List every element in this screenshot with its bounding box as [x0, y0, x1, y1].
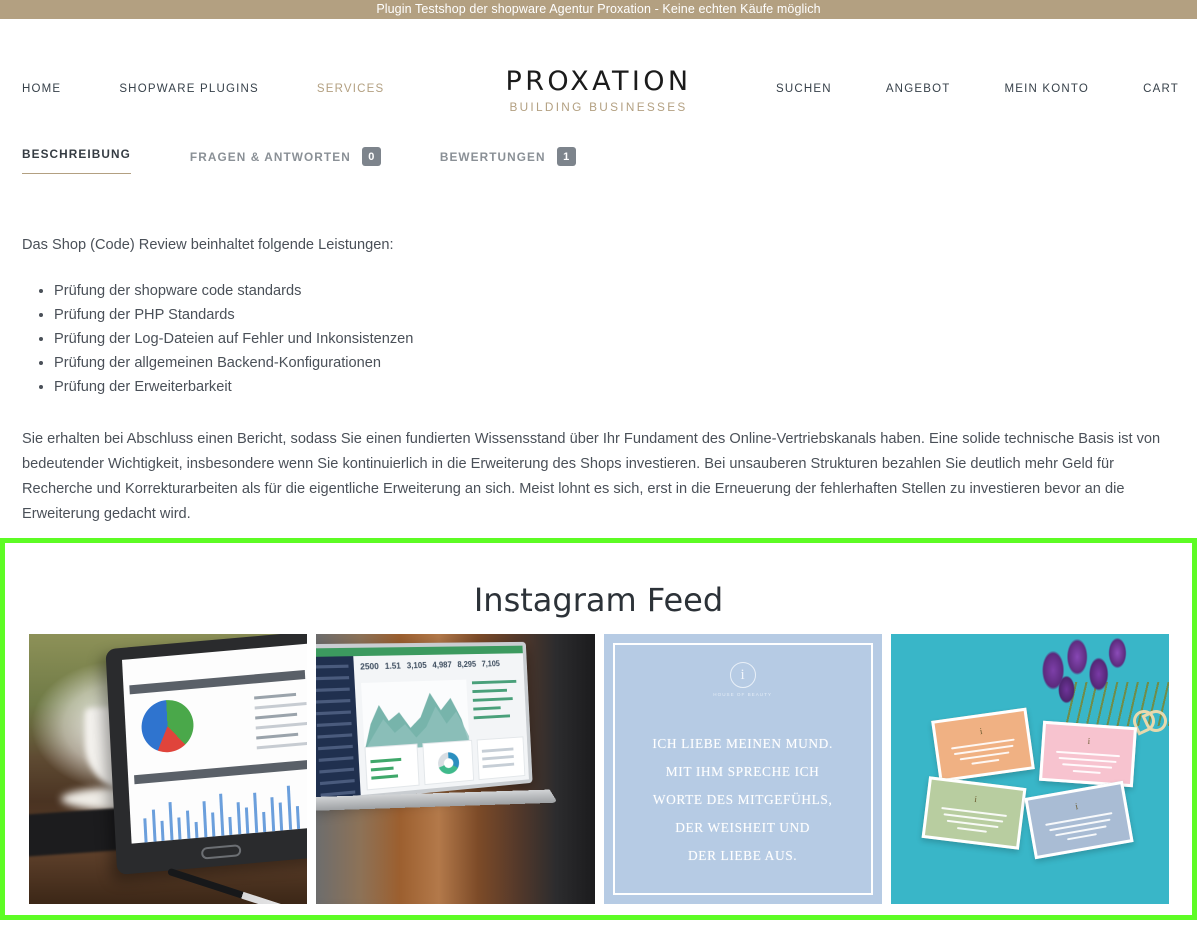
quote-line: DER WEISHEIT UND	[675, 820, 811, 835]
dashboard-cards	[364, 736, 526, 791]
tablet-screen	[122, 643, 308, 844]
dashboard-card-table	[476, 736, 526, 781]
logo-wordmark: PROXATION	[505, 66, 692, 97]
nav-item-mein-konto[interactable]: MEIN KONTO	[1004, 83, 1089, 95]
list-item: Prüfung der Log-Dateien auf Fehler und I…	[54, 327, 1175, 351]
nav-item-cart[interactable]: CART	[1143, 83, 1179, 95]
tab-fragen-antworten-label: FRAGEN & ANTWORTEN	[189, 149, 351, 164]
tab-fragen-antworten-badge: 0	[361, 147, 381, 166]
tab-fragen-antworten[interactable]: FRAGEN & ANTWORTEN 0	[190, 147, 381, 176]
instagram-post-4[interactable]: i i i i	[890, 634, 1169, 904]
tab-bewertungen[interactable]: BEWERTUNGEN 1	[440, 147, 576, 176]
pie-chart-graphic	[140, 697, 196, 755]
logo-tagline: BUILDING BUSINESSES	[509, 100, 688, 114]
screen-section-header-1	[129, 669, 306, 695]
dashboard-side-stats	[472, 679, 523, 725]
testshop-notice-bar: Plugin Testshop der shopware Agentur Pro…	[0, 0, 1197, 19]
service-list: Prüfung der shopware code standards Prüf…	[22, 279, 1175, 399]
quote-line: DER LIEBE AUS.	[688, 848, 798, 863]
brand-emblem-icon: i	[729, 662, 756, 688]
quote-text-block: ICH LIEBE MEINEN MUND. MIT IHM SPRECHE I…	[604, 730, 882, 870]
nav-item-suchen[interactable]: SUCHEN	[776, 83, 832, 95]
description-intro: Das Shop (Code) Review beinhaltet folgen…	[22, 237, 394, 253]
tablet-device	[105, 634, 308, 876]
laptop-dashboard: 2500 1.51 3,105 4,987 8,295 7,105	[316, 645, 530, 800]
tab-bewertungen-badge: 1	[556, 147, 576, 166]
nav-item-services[interactable]: SERVICES	[317, 83, 385, 95]
description-panel: Das Shop (Code) Review beinhaltet folgen…	[0, 233, 1197, 527]
affirmation-card-green: i	[921, 776, 1027, 850]
instagram-feed-grid: 2500 1.51 3,105 4,987 8,295 7,105 i HOUS…	[29, 634, 1169, 904]
list-item: Prüfung der PHP Standards	[54, 303, 1175, 327]
utility-navigation: SUCHEN ANGEBOT MEIN KONTO CART	[722, 83, 1179, 95]
card-emblem-icon: i	[1087, 735, 1091, 747]
description-paragraph: Sie erhalten bei Abschluss einen Bericht…	[22, 431, 1161, 522]
instagram-feed-section: Instagram Feed 2500 1.51 3,105 4,987 8,2…	[0, 538, 1197, 920]
tab-beschreibung[interactable]: BESCHREIBUNG	[22, 147, 131, 174]
list-item: Prüfung der allgemeinen Backend-Konfigur…	[54, 351, 1175, 375]
nav-item-home[interactable]: HOME	[22, 83, 61, 95]
site-logo[interactable]: PROXATION BUILDING BUSINESSES	[506, 67, 692, 115]
laptop-screen: 2500 1.51 3,105 4,987 8,295 7,105	[316, 641, 533, 805]
card-text-lines	[1055, 750, 1120, 779]
tab-beschreibung-label: BESCHREIBUNG	[22, 147, 131, 161]
list-item: Prüfung der Erweiterbarkeit	[54, 375, 1175, 399]
product-tabs: BESCHREIBUNG FRAGEN & ANTWORTEN 0 BEWERT…	[0, 147, 1197, 189]
quote-line: WORTE DES MITGEFÜHLS,	[652, 792, 833, 807]
site-header: HOME SHOPWARE PLUGINS SERVICES PROXATION…	[0, 19, 1197, 123]
nav-item-angebot[interactable]: ANGEBOT	[886, 83, 951, 95]
card-emblem-icon: i	[973, 793, 978, 805]
card-text-lines	[950, 738, 1018, 772]
card-emblem-icon: i	[978, 726, 983, 737]
instagram-post-1[interactable]	[29, 634, 308, 904]
ribbon-bow-shape	[1133, 706, 1167, 732]
instagram-post-2[interactable]: 2500 1.51 3,105 4,987 8,295 7,105	[316, 634, 595, 904]
dashboard-kpis: 2500 1.51 3,105 4,987 8,295 7,105	[360, 659, 501, 672]
quote-line: MIT IHM SPRECHE ICH	[665, 764, 820, 779]
table-reflection	[316, 899, 545, 904]
donut-chart-graphic	[437, 751, 460, 775]
dashboard-card-bars	[364, 743, 420, 791]
affirmation-card-pink: i	[1038, 720, 1137, 788]
card-emblem-icon: i	[1074, 801, 1079, 812]
affirmation-card-orange: i	[930, 707, 1035, 783]
tab-bewertungen-label: BEWERTUNGEN	[439, 149, 546, 164]
dashboard-sidebar	[316, 656, 361, 800]
nav-item-shopware-plugins[interactable]: SHOPWARE PLUGINS	[119, 83, 259, 95]
dashboard-card-donut	[422, 739, 475, 786]
affirmation-card-blue: i	[1024, 780, 1134, 860]
quote-line: ICH LIEBE MEINEN MUND.	[652, 736, 833, 751]
card-text-lines	[1045, 812, 1116, 847]
stylus-pen-shape	[167, 867, 289, 904]
line-chart-graphic	[139, 778, 307, 844]
card-text-lines	[938, 806, 1007, 839]
instagram-post-3[interactable]: i HOUSE OF BEAUTY ICH LIEBE MEINEN MUND.…	[603, 634, 882, 904]
home-button-shape	[201, 844, 242, 860]
chart-legend-graphic	[254, 692, 308, 756]
brand-name-label: HOUSE OF BEAUTY	[713, 692, 772, 697]
primary-navigation: HOME SHOPWARE PLUGINS SERVICES	[22, 83, 442, 95]
list-item: Prüfung der shopware code standards	[54, 279, 1175, 303]
instagram-feed-title: Instagram Feed	[473, 581, 724, 619]
